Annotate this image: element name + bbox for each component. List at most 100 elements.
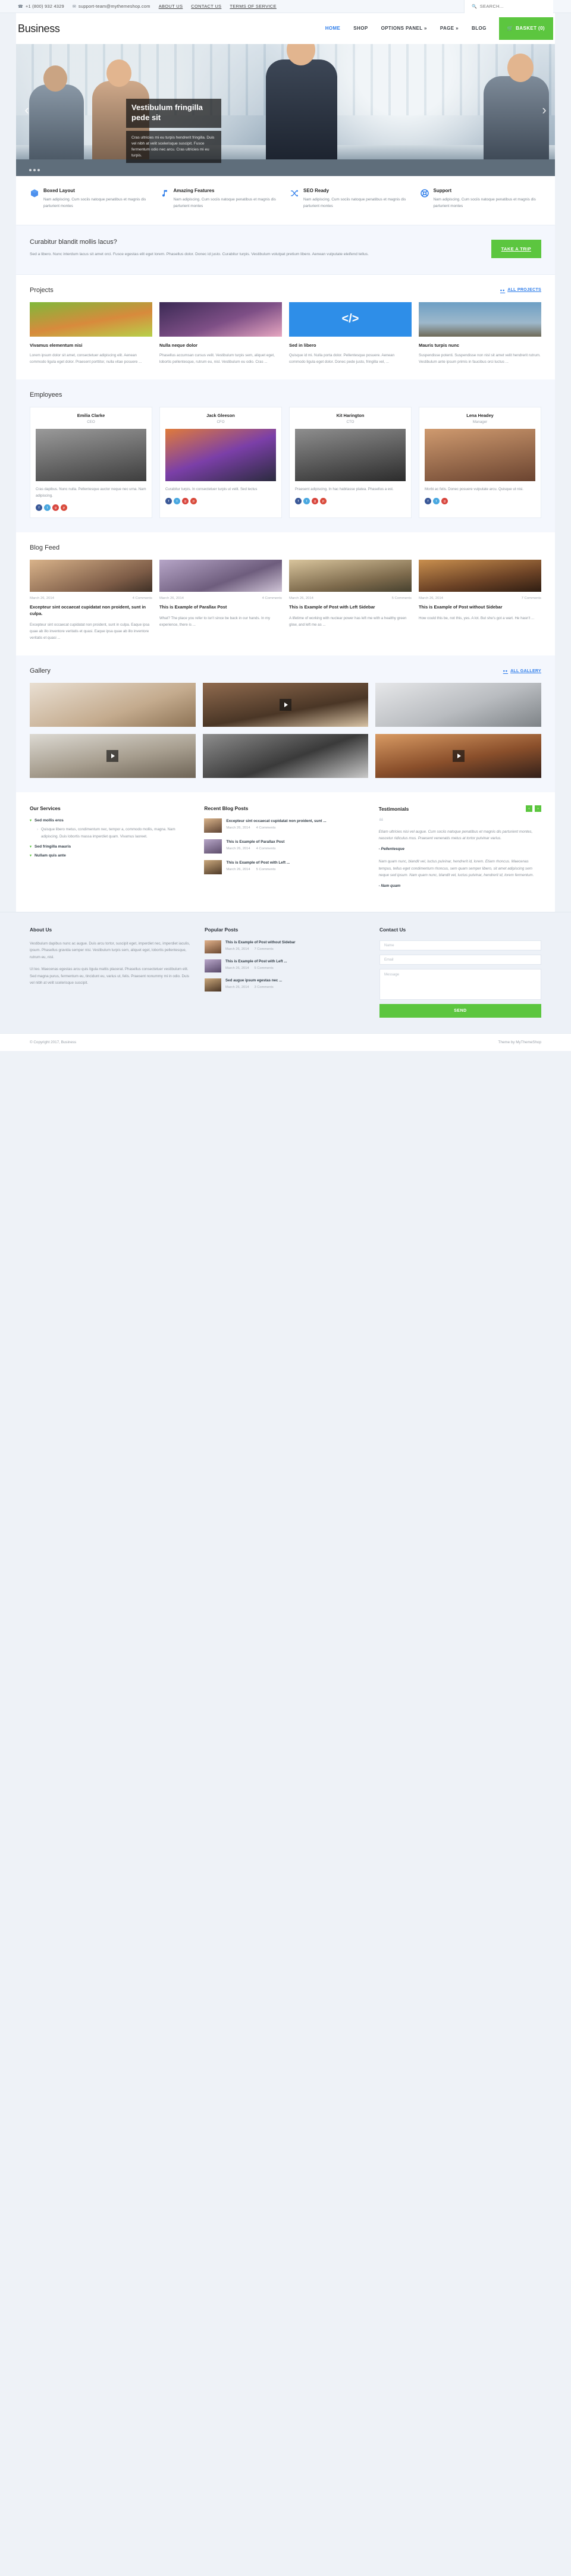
project-card[interactable]: Mauris turpis nunc Suspendisse potenti. …	[419, 302, 541, 366]
basket-button[interactable]: 🛒 Basket (0)	[498, 17, 553, 40]
gallery-item-2[interactable]	[202, 683, 369, 727]
testimonial-author: - Pellentesque	[378, 846, 404, 851]
facebook-icon[interactable]: f	[295, 498, 302, 505]
code-icon: </>	[341, 312, 359, 326]
play-icon[interactable]	[452, 750, 465, 763]
project-thumbnail: </>	[289, 302, 412, 337]
blog-card[interactable]: March 26, 2014 4 Comments This is Exampl…	[159, 560, 282, 641]
project-thumbnail	[159, 302, 282, 337]
blog-thumbnail	[419, 560, 541, 592]
recent-post-item[interactable]: This is Example of Parallax Post March 2…	[204, 839, 366, 854]
google-plus-icon[interactable]: g	[182, 498, 189, 505]
popular-post-date: March 26, 2014	[225, 985, 249, 989]
contact-email-field[interactable]: Email	[379, 954, 541, 965]
popular-post-item[interactable]: This is Example of Post with Left ... Ma…	[205, 959, 366, 972]
recent-post-item[interactable]: This is Example of Post with Left ... Ma…	[204, 860, 366, 875]
project-text: Quisque id mi. Nulla porta dolor. Pellen…	[289, 353, 395, 364]
testimonials-prev-button[interactable]: ‹	[525, 805, 532, 812]
take-a-trip-button[interactable]: Take a Trip	[491, 239, 541, 258]
search-input[interactable]	[479, 4, 547, 9]
facebook-icon[interactable]: f	[425, 498, 431, 505]
contact-message-field[interactable]: Message	[379, 968, 541, 1000]
play-icon[interactable]	[280, 699, 291, 711]
popular-post-item[interactable]: This is Example of Post without Sidebar …	[205, 940, 366, 953]
contact-name-field[interactable]: Name	[379, 940, 541, 950]
site-logo[interactable]: Business	[18, 23, 60, 35]
all-gallery-link[interactable]: •• All Gallery	[503, 669, 541, 674]
hero-next-arrow[interactable]: ›	[537, 102, 551, 118]
testimonials-next-button[interactable]: ›	[534, 805, 541, 812]
project-title: Vivamus elementum nisi	[30, 342, 83, 348]
twitter-icon[interactable]: t	[433, 498, 440, 505]
blog-date: March 26, 2014	[30, 597, 54, 601]
google-plus-icon[interactable]: g	[52, 504, 59, 512]
blog-card[interactable]: March 26, 2014 5 Comments This is Exampl…	[289, 560, 412, 641]
nav-item-page[interactable]: Page »	[434, 13, 465, 44]
blog-thumbnail	[289, 560, 412, 592]
cta-banner: Curabitur blandit mollis lacus? Sed a li…	[16, 225, 555, 275]
facebook-icon[interactable]: f	[165, 498, 172, 505]
nav-item-options-panel[interactable]: Options Panel »	[375, 13, 434, 44]
service-label: Sed fringilla mauris	[34, 845, 71, 849]
twitter-icon[interactable]: t	[174, 498, 180, 505]
popular-post-item[interactable]: Sed augue ipsum egestas nec ... March 26…	[205, 978, 366, 992]
gallery-item-1[interactable]	[30, 683, 196, 727]
gallery-item-6[interactable]	[375, 734, 542, 779]
hero-pagination[interactable]	[29, 169, 40, 171]
recent-post-thumbnail	[204, 860, 222, 875]
cta-text: Sed a libero. Nunc interdum lacus sit am…	[30, 252, 369, 257]
gallery-item-3[interactable]	[375, 683, 542, 727]
twitter-icon[interactable]: t	[303, 498, 310, 505]
all-gallery-label: All Gallery	[510, 669, 541, 673]
project-card[interactable]: Nulla neque dolor Phasellus accumsan cur…	[159, 302, 282, 366]
blog-title: Excepteur sint occaecat cupidatat non pr…	[30, 604, 146, 616]
employee-name: Jack Gleeson	[206, 413, 235, 419]
gallery-item-4[interactable]	[30, 734, 196, 779]
project-card[interactable]: </> Sed in libero Quisque id mi. Nulla p…	[289, 302, 412, 366]
nav-item-blog[interactable]: Blog	[465, 13, 493, 44]
blog-title: This is Example of Parallax Post	[159, 604, 227, 610]
pinterest-icon[interactable]: p	[190, 498, 197, 505]
service-item[interactable]: ▾ Sed mollis eros Quisque libero metus, …	[30, 818, 192, 840]
nav-item-shop[interactable]: Shop	[347, 13, 374, 44]
employee-socials: f t g	[419, 495, 541, 511]
gallery-item-5[interactable]	[202, 734, 369, 779]
search-box[interactable]: 🔍	[464, 0, 553, 13]
phone-contact[interactable]: ☎ +1 (800) 932 4329	[18, 4, 64, 9]
google-plus-icon[interactable]: g	[312, 498, 318, 505]
blog-card[interactable]: March 26, 2014 4 Comments Excepteur sint…	[30, 560, 152, 641]
our-services-widget: Our Services ▾ Sed mollis eros Quisque l…	[30, 805, 192, 862]
email-contact[interactable]: ✉ support-team@mythemeshop.com	[73, 4, 150, 9]
topbar-link-about-us[interactable]: About Us	[159, 4, 183, 9]
popular-post-comments: 3 Comments	[254, 985, 274, 989]
topbar-link-terms-of-service[interactable]: Terms of Service	[230, 4, 276, 9]
play-icon[interactable]	[106, 750, 119, 763]
service-item[interactable]: ▾ Nullam quis ante	[30, 854, 192, 858]
all-projects-link[interactable]: •• All Projects	[500, 287, 541, 293]
facebook-icon[interactable]: f	[36, 504, 42, 512]
quote-icon: ❝	[378, 817, 384, 827]
popular-post-title: Sed augue ipsum egestas nec ...	[225, 978, 283, 983]
service-item[interactable]: ▾ Sed fringilla mauris	[30, 845, 192, 849]
topbar-link-contact-us[interactable]: Contact Us	[191, 4, 221, 9]
nav-item-home[interactable]: Home	[319, 13, 347, 44]
twitter-icon[interactable]: t	[44, 504, 51, 512]
pinterest-icon[interactable]: p	[320, 498, 327, 505]
pinterest-icon[interactable]: p	[61, 504, 67, 512]
send-button[interactable]: Send	[379, 1003, 541, 1018]
hero-slider[interactable]: ‹ › Vestibulum fringilla pede sit Cras u…	[16, 44, 555, 176]
feature-support: Support Nam adipiscing. Cum sociis natoq…	[420, 188, 542, 209]
blog-comments: 5 Comments	[391, 597, 412, 601]
hero-body: Cras ultricies mi eu turpis hendrerit fr…	[126, 130, 221, 163]
top-bar: ☎ +1 (800) 932 4329 ✉ support-team@mythe…	[0, 0, 571, 13]
employee-name: Emilia Clarke	[77, 413, 105, 419]
employee-role: CTO	[346, 420, 354, 425]
project-card[interactable]: Vivamus elementum nisi Lorem ipsum dolor…	[30, 302, 152, 366]
google-plus-icon[interactable]: g	[441, 498, 448, 505]
main-nav: Home Shop Options Panel » Page » Blog 🛒 …	[319, 13, 553, 44]
lifebuoy-icon	[420, 188, 429, 209]
hero-prev-arrow[interactable]: ‹	[20, 102, 34, 118]
recent-post-item[interactable]: Excepteur sint occaecat cupidatat non pr…	[204, 818, 366, 833]
blog-card[interactable]: March 26, 2014 7 Comments This is Exampl…	[419, 560, 541, 641]
blog-excerpt: Excepteur sint occaecat cupidatat non pr…	[30, 622, 150, 640]
